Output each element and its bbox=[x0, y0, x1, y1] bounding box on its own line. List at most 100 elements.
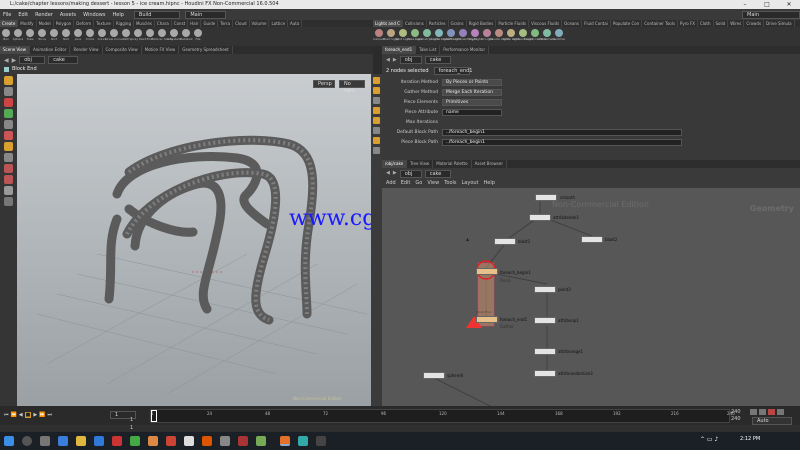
shelf-tab-const[interactable]: Const bbox=[172, 20, 189, 27]
net-path-obj[interactable]: obj bbox=[399, 170, 422, 178]
shading-icon[interactable] bbox=[373, 107, 380, 114]
flipbook-tool-icon[interactable] bbox=[4, 197, 13, 206]
menu-windows[interactable]: Windows bbox=[80, 12, 108, 18]
pane-tab-animation-editor[interactable]: Animation Editor bbox=[30, 46, 71, 54]
net-menu-go[interactable]: Go bbox=[415, 180, 422, 186]
pane-tab-geometry-spreadsheet[interactable]: Geometry Spreadsheet bbox=[179, 46, 233, 54]
play-icon[interactable]: ▶ bbox=[33, 412, 37, 418]
shelf-tool-file[interactable]: File bbox=[192, 29, 204, 41]
mail-icon[interactable] bbox=[112, 436, 122, 446]
app-icon-4[interactable] bbox=[184, 436, 194, 446]
display-option-icon[interactable] bbox=[373, 77, 380, 84]
keyframe-icon[interactable] bbox=[759, 409, 766, 415]
shelf-tab-modify[interactable]: Modify bbox=[18, 20, 37, 27]
app-icon-2[interactable] bbox=[148, 436, 158, 446]
param-path-node[interactable]: cake bbox=[424, 56, 451, 64]
node-smooth[interactable] bbox=[535, 194, 557, 201]
app-icon-8[interactable] bbox=[256, 436, 266, 446]
snap-tool-icon[interactable] bbox=[4, 175, 13, 184]
pane-tab-render-view[interactable]: Render View bbox=[70, 46, 103, 54]
pane-tab-asset-browser[interactable]: Asset Browser bbox=[472, 160, 507, 168]
auto-update-dropdown[interactable]: Auto Update bbox=[752, 417, 792, 431]
cortana-icon[interactable] bbox=[22, 436, 32, 446]
shelf-tab-wires[interactable]: Wires bbox=[728, 20, 745, 27]
file-explorer-icon[interactable] bbox=[76, 436, 86, 446]
wireframe-icon[interactable] bbox=[373, 97, 380, 104]
shelf-tool-sphere[interactable]: Sphere bbox=[12, 29, 24, 41]
shelf-tab-terra[interactable]: Terra bbox=[218, 20, 234, 27]
ghost-icon[interactable] bbox=[373, 87, 380, 94]
param-back-icon[interactable]: ◀ bbox=[386, 57, 390, 63]
shelf-tab-collisions[interactable]: Collisions bbox=[403, 20, 427, 27]
shelf-tab-grains[interactable]: Grains bbox=[449, 20, 467, 27]
forward-arrow-icon[interactable]: ▶ bbox=[12, 57, 17, 64]
rotate-tool-icon[interactable] bbox=[4, 120, 13, 129]
menu-render[interactable]: Render bbox=[32, 12, 56, 18]
pane-tab-foreach-end1[interactable]: foreach_end1 bbox=[382, 46, 417, 54]
shelf-tab-rigid-bodies[interactable]: Rigid Bodies bbox=[467, 20, 497, 27]
timeline-track[interactable]: 1 24 48 72 96 120 144 168 192 216 240 bbox=[150, 409, 735, 423]
shelf-tool-circle[interactable]: Circle bbox=[84, 29, 96, 41]
shelf-tool-spray-paint[interactable]: Spray Paint bbox=[129, 29, 147, 41]
tray-icons[interactable]: ⌃ ▭ ♪ bbox=[700, 436, 718, 443]
shelf-tab-volume[interactable]: Volume bbox=[250, 20, 270, 27]
menu-edit[interactable]: Edit bbox=[15, 12, 31, 18]
menu-assets[interactable]: Assets bbox=[57, 12, 79, 18]
app-icon-6[interactable] bbox=[220, 436, 230, 446]
shelf-tab-crowds[interactable]: Crowds bbox=[744, 20, 765, 27]
app-icon-10[interactable] bbox=[316, 436, 326, 446]
channel-icon[interactable] bbox=[768, 409, 775, 415]
play-reverse-icon[interactable]: ◀ bbox=[19, 412, 23, 418]
node-attribrange1[interactable] bbox=[534, 348, 556, 355]
network-editor[interactable]: Geometry Non-Commercial Edition smooth a… bbox=[382, 188, 800, 406]
shelf-tool-line[interactable]: Line bbox=[72, 29, 84, 41]
param-value-iteration-method[interactable]: By Pieces or Points bbox=[442, 79, 502, 86]
brush-tool-icon[interactable] bbox=[4, 153, 13, 162]
net-path-node[interactable]: cake bbox=[424, 170, 451, 178]
camera-view-icon[interactable] bbox=[373, 147, 380, 154]
app-icon-5[interactable] bbox=[202, 436, 212, 446]
shelf-tab-hair[interactable]: Hair bbox=[188, 20, 202, 27]
path-node[interactable]: cake bbox=[48, 56, 79, 64]
shelf-tool-box[interactable]: Box bbox=[0, 29, 12, 41]
param-value-piece-elements[interactable]: Primitives bbox=[442, 99, 502, 106]
net-back-icon[interactable]: ◀ bbox=[386, 170, 390, 178]
net-forward-icon[interactable]: ▶ bbox=[393, 170, 397, 178]
shelf-tab-cloud[interactable]: Cloud bbox=[233, 20, 250, 27]
jump-start-icon[interactable]: ⏮ bbox=[4, 412, 9, 418]
camera-dropdown[interactable]: No cam bbox=[339, 80, 365, 94]
shelf-tab-rigging[interactable]: Rigging bbox=[114, 20, 134, 27]
shelf-tool-draw-curve[interactable]: Draw Curve bbox=[105, 29, 123, 41]
shelf-tab-oceans[interactable]: Oceans bbox=[562, 20, 583, 27]
maximize-button[interactable]: □ bbox=[756, 0, 778, 9]
select-tool-icon[interactable] bbox=[4, 76, 13, 85]
shelf-tool-metaball[interactable]: Metaball bbox=[180, 29, 192, 41]
pane-tab-tree-view[interactable]: Tree View bbox=[407, 160, 434, 168]
persp-dropdown[interactable]: Persp bbox=[313, 80, 335, 88]
node-header[interactable]: foreach_end1 bbox=[433, 67, 473, 75]
render-tool-icon[interactable] bbox=[4, 186, 13, 195]
shelf-tab-lattice[interactable]: Lattice bbox=[269, 20, 289, 27]
shelf-tab-chara[interactable]: Chara bbox=[155, 20, 172, 27]
menu-help[interactable]: Help bbox=[109, 12, 126, 18]
param-path-obj[interactable]: obj bbox=[399, 56, 422, 64]
shelf-tool-sky-light[interactable]: Sky Light bbox=[468, 29, 482, 41]
shelf-tool-torus[interactable]: Torus bbox=[36, 29, 48, 41]
shelf-tab-particles[interactable]: Particles bbox=[427, 20, 449, 27]
node-foreach-begin1[interactable] bbox=[476, 268, 498, 275]
node-blast1[interactable] bbox=[494, 238, 516, 245]
node-sphere6[interactable] bbox=[423, 372, 445, 379]
step-back-icon[interactable]: ⏪ bbox=[11, 412, 17, 418]
shelf-tab-muscles[interactable]: Muscles bbox=[134, 20, 155, 27]
playhead[interactable] bbox=[151, 410, 157, 422]
shelf-tool-null[interactable]: Null bbox=[60, 29, 72, 41]
shelf-tab-viscous-fluids[interactable]: Viscous Fluids bbox=[529, 20, 563, 27]
move-tool-icon[interactable] bbox=[4, 109, 13, 118]
key-icon[interactable] bbox=[750, 409, 757, 415]
app-icon-7[interactable] bbox=[238, 436, 248, 446]
pose-tool-icon[interactable] bbox=[4, 142, 13, 151]
shelf-tab-auto[interactable]: Auto bbox=[288, 20, 303, 27]
audio-icon[interactable] bbox=[777, 409, 784, 415]
shelf-tab-cloth[interactable]: Cloth bbox=[698, 20, 714, 27]
houdini-taskbar-icon[interactable] bbox=[280, 436, 290, 446]
